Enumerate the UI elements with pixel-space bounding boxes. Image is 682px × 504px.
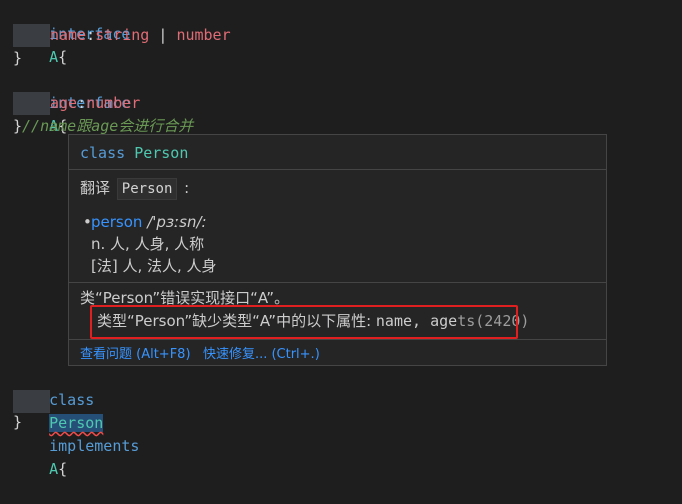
- interface-name: A: [49, 48, 59, 66]
- dict-word: person: [91, 213, 143, 231]
- diagnostic-message-2: 类型“Person”缺少类型“A”中的以下属性: name, agets(242…: [97, 311, 529, 331]
- dict-definition-1: n. 人, 人身, 人称: [91, 235, 205, 253]
- code-line-1: interface A{: [13, 0, 130, 66]
- code-comment: //name跟age会进行合并: [22, 117, 194, 135]
- diagnostic-message-1: 类“Person”错误实现接口“A”。: [80, 289, 290, 307]
- diagnostic-code: ts(2420): [457, 312, 530, 330]
- hover-signature: class Person: [80, 143, 188, 163]
- code-line-5: age:number: [50, 92, 140, 115]
- translate-header: 翻译 Person :: [80, 178, 189, 200]
- type-number: number: [86, 94, 141, 112]
- open-brace: {: [58, 48, 68, 66]
- colon: :: [77, 94, 87, 112]
- divider: [69, 169, 606, 170]
- dictionary-entry: • person /'pɜːsn/: n. 人, 人身, 人称 [法] 人, 法…: [83, 211, 217, 277]
- translate-word: Person: [116, 178, 178, 200]
- signature-keyword: class: [80, 144, 126, 162]
- dict-word-row: person /'pɜːsn/:: [91, 211, 217, 233]
- indent-guide: [13, 390, 50, 413]
- code-line-3: }: [13, 49, 23, 67]
- signature-class-name: Person: [134, 144, 189, 162]
- translate-colon: :: [184, 179, 190, 197]
- colon: :: [86, 26, 96, 44]
- type-number: number: [176, 26, 231, 44]
- type-string: string: [95, 26, 150, 44]
- quick-fix-link[interactable]: 快速修复... (Ctrl+.): [203, 347, 320, 362]
- hover-actions: 查看问题 (Alt+F8) 快速修复... (Ctrl+.): [80, 346, 320, 364]
- diagnostic-properties: name, age: [375, 312, 458, 330]
- hover-tooltip: class Person 翻译 Person : • person /'pɜːs…: [68, 134, 607, 366]
- code-line-7: class Person implements A{: [13, 366, 139, 478]
- bullet-icon: •: [83, 213, 92, 231]
- property-name: age: [50, 94, 78, 112]
- divider: [69, 339, 606, 340]
- class-name-error[interactable]: Person: [49, 414, 104, 432]
- close-brace: }: [13, 117, 23, 135]
- diagnostic-prefix: 类型“Person”缺少类型“A”中的以下属性:: [97, 312, 376, 330]
- dict-definition-2: [法] 人, 法人, 人身: [91, 257, 217, 275]
- keyword: class: [49, 391, 95, 409]
- indent-guide: [13, 24, 50, 47]
- interface-name: A: [49, 460, 59, 478]
- code-line-9: }: [13, 413, 23, 431]
- code-editor[interactable]: interface A{ name:string | number } inte…: [0, 0, 682, 478]
- view-problem-link[interactable]: 查看问题 (Alt+F8): [80, 347, 191, 362]
- open-brace: {: [58, 460, 68, 478]
- union-pipe: |: [149, 26, 177, 44]
- code-line-4: interface A{: [13, 69, 130, 135]
- divider: [69, 282, 606, 283]
- indent-guide: [13, 92, 50, 115]
- translate-label: 翻译: [80, 179, 111, 197]
- dict-phonetic: /'pɜːsn/:: [147, 213, 207, 231]
- code-line-2: name:string | number: [50, 24, 231, 47]
- property-name: name: [50, 26, 87, 44]
